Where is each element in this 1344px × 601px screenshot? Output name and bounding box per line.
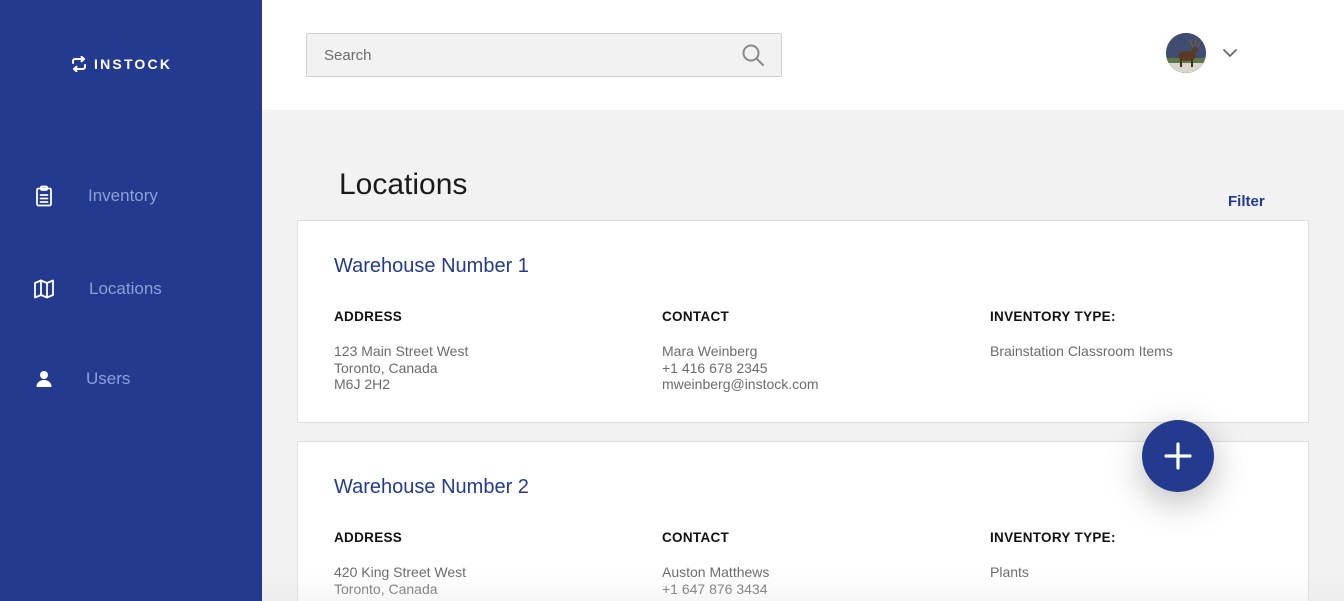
contact-email: mweinberg@instock.com: [662, 376, 819, 392]
search-bar: [306, 33, 782, 77]
plus-icon: [1164, 442, 1192, 470]
top-bar: [262, 0, 1344, 110]
contact-name: Auston Matthews: [662, 564, 770, 580]
contact-phone: +1 416 678 2345: [662, 359, 768, 376]
contact-section: CONTACT Mara Weinberg +1 416 678 2345 mw…: [662, 309, 819, 393]
add-location-button[interactable]: [1142, 420, 1214, 492]
contact-label: CONTACT: [662, 309, 730, 324]
chevron-down-icon[interactable]: [1222, 47, 1238, 59]
filter-button[interactable]: Filter: [1228, 193, 1265, 210]
location-card[interactable]: Warehouse Number 1 ADDRESS 123 Main Stre…: [297, 220, 1309, 423]
inventory-type: Brainstation Classroom Items: [990, 343, 1173, 359]
contact-section: CONTACT Auston Matthews +1 647 876 3434: [662, 530, 769, 597]
sidebar-item-inventory[interactable]: Inventory: [0, 172, 262, 220]
brand-name: INSTOCK: [94, 56, 173, 72]
inventory-type-label: INVENTORY TYPE:: [990, 530, 1116, 545]
refresh-arrows-icon: [72, 56, 86, 72]
sidebar-item-users[interactable]: Users: [0, 355, 262, 403]
user-icon: [33, 368, 55, 390]
address-line: Toronto, Canada: [334, 580, 438, 597]
address-line: 123 Main Street West: [334, 343, 469, 359]
inventory-section: INVENTORY TYPE: Plants: [990, 530, 1116, 581]
address-line: M6J 2H2: [334, 376, 391, 392]
search-icon[interactable]: [741, 43, 765, 67]
page-title: Locations: [339, 168, 468, 201]
address-label: ADDRESS: [334, 530, 403, 545]
address-section: ADDRESS 420 King Street West Toronto, Ca…: [334, 530, 466, 597]
brand-logo[interactable]: INSTOCK: [70, 56, 172, 72]
sidebar-item-label: Inventory: [88, 186, 158, 205]
location-name[interactable]: Warehouse Number 1: [334, 255, 529, 278]
sidebar: INSTOCK Inventory Locations Users: [0, 0, 262, 601]
inventory-type-label: INVENTORY TYPE:: [990, 309, 1116, 324]
sidebar-item-locations[interactable]: Locations: [0, 265, 262, 313]
inventory-section: INVENTORY TYPE: Brainstation Classroom I…: [990, 309, 1173, 360]
avatar[interactable]: [1166, 33, 1206, 73]
address-section: ADDRESS 123 Main Street West Toronto, Ca…: [334, 309, 468, 393]
address-line: 420 King Street West: [334, 564, 467, 580]
contact-name: Mara Weinberg: [662, 343, 758, 359]
contact-label: CONTACT: [662, 530, 730, 545]
clipboard-icon: [33, 185, 55, 207]
sidebar-item-label: Locations: [89, 279, 162, 298]
map-icon: [33, 278, 55, 300]
contact-phone: +1 647 876 3434: [662, 580, 768, 597]
address-label: ADDRESS: [334, 309, 403, 324]
location-name[interactable]: Warehouse Number 2: [334, 476, 529, 499]
sidebar-item-label: Users: [86, 369, 131, 388]
search-input[interactable]: [307, 34, 727, 76]
inventory-type: Plants: [990, 564, 1029, 580]
address-line: Toronto, Canada: [334, 359, 438, 376]
